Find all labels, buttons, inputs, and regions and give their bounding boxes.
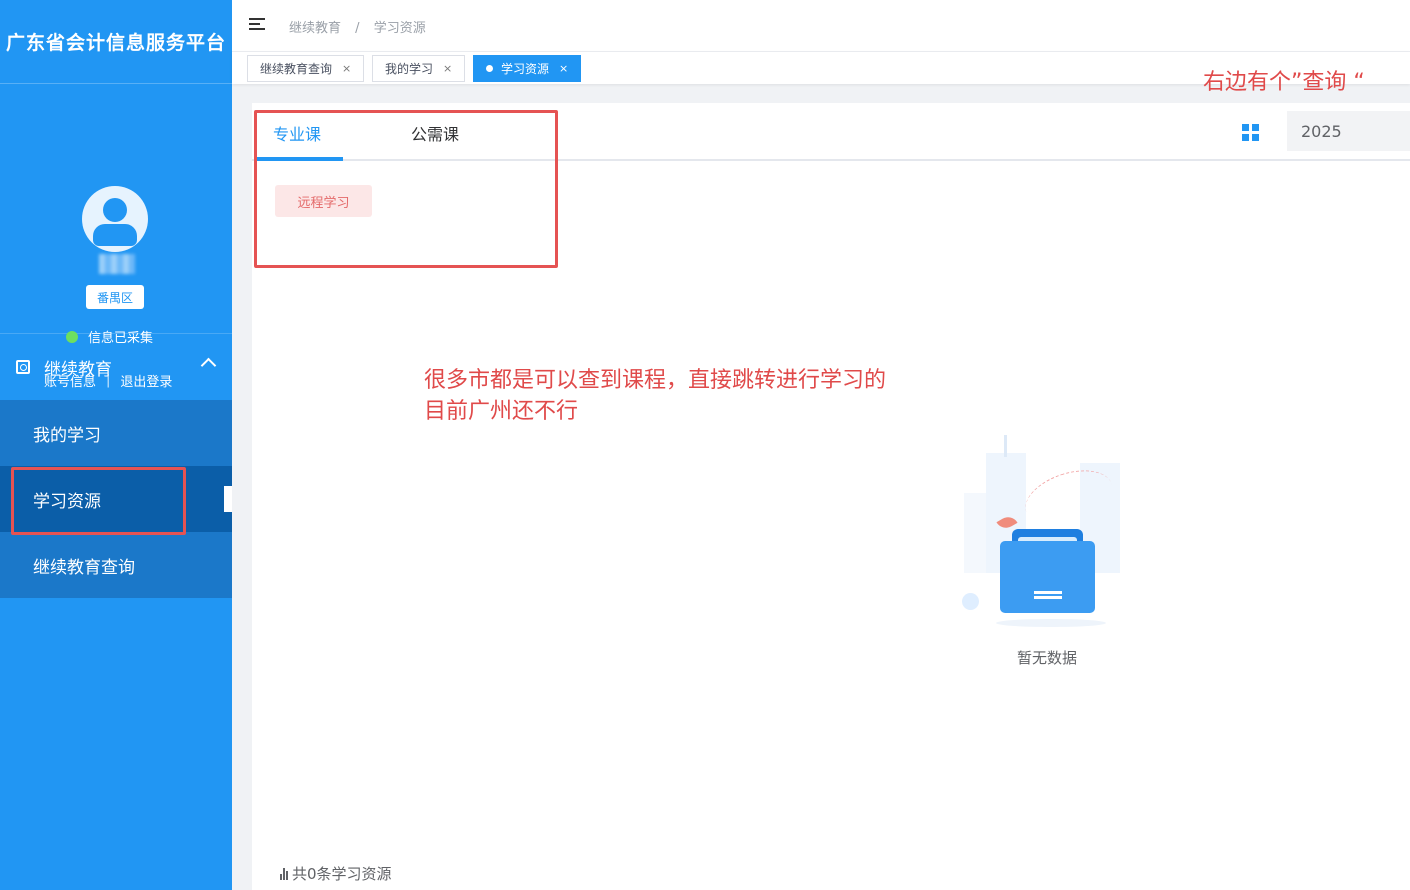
bar-chart-icon [280, 867, 289, 880]
resource-count: 共0条学习资源 [280, 863, 392, 884]
blurred-username [99, 254, 135, 274]
platform-logo[interactable]: 广东省会计信息服务平台 [0, 0, 232, 84]
avatar-head-icon [103, 198, 127, 222]
breadcrumb-separator: / [355, 21, 360, 36]
active-dot-icon [486, 65, 493, 72]
resource-count-text: 共0条学习资源 [292, 865, 392, 883]
avatar [82, 186, 148, 252]
annotation-line-2: 目前广州还不行 [424, 399, 579, 424]
tab-my-study[interactable]: 我的学习 × [372, 55, 466, 82]
user-panel: 番禺区 信息已采集 账号信息 | 退出登录 [0, 84, 232, 390]
main-content: 专业课 公需课 2025 远程学习 很多市都是可以查到课程，直接跳转进行学习的 … [252, 103, 1410, 890]
empty-text: 暂无数据 [1017, 649, 1078, 667]
topbar: 继续教育 / 学习资源 [232, 0, 1410, 52]
inbox-tray-icon [1000, 541, 1095, 613]
breadcrumb-root[interactable]: 继续教育 [289, 21, 341, 36]
tab-learning-resources[interactable]: 学习资源 × [473, 55, 582, 82]
breadcrumb-current: 学习资源 [373, 21, 426, 36]
chevron-up-icon [200, 357, 217, 374]
tab-label: 继续教育查询 [260, 62, 333, 76]
annotation-middle: 很多市都是可以查到课程，直接跳转进行学习的 目前广州还不行 [424, 365, 886, 427]
close-icon[interactable]: × [342, 62, 351, 75]
breadcrumb: 继续教育 / 学习资源 [289, 17, 426, 36]
empty-illustration [958, 433, 1148, 643]
annotation-box-sidebar [11, 467, 186, 535]
menu-section-label: 继续教育 [44, 359, 112, 380]
menu-section-continuing-education[interactable]: 继续教育 [0, 334, 232, 400]
close-icon[interactable]: × [559, 62, 568, 75]
year-select[interactable]: 2025 [1287, 111, 1410, 151]
close-icon[interactable]: × [443, 62, 452, 75]
region-badge: 番禺区 [86, 285, 144, 309]
sidebar-item-label: 继续教育查询 [33, 557, 135, 578]
sidebar-item-label: 我的学习 [33, 425, 101, 446]
sidebar-item-my-study[interactable]: 我的学习 [0, 400, 232, 466]
annotation-box-tabs [254, 110, 558, 268]
avatar-body-icon [93, 224, 137, 246]
annotation-line-1: 很多市都是可以查到课程，直接跳转进行学习的 [424, 368, 887, 393]
platform-name: 广东省会计信息服务平台 [5, 32, 226, 54]
tab-label: 我的学习 [385, 62, 434, 76]
search-doc-icon [16, 360, 30, 374]
sidebar-item-education-query[interactable]: 继续教育查询 [0, 532, 232, 598]
tab-education-query[interactable]: 继续教育查询 × [247, 55, 365, 82]
annotation-right: 右边有个”查询 “ [1203, 70, 1365, 95]
menu-toggle-icon[interactable] [249, 18, 265, 32]
grid-view-icon[interactable] [1242, 124, 1259, 141]
sidebar: 广东省会计信息服务平台 番禺区 信息已采集 账号信息 | 退出登录 继续教育 我… [0, 0, 232, 890]
tab-label: 学习资源 [501, 62, 550, 76]
